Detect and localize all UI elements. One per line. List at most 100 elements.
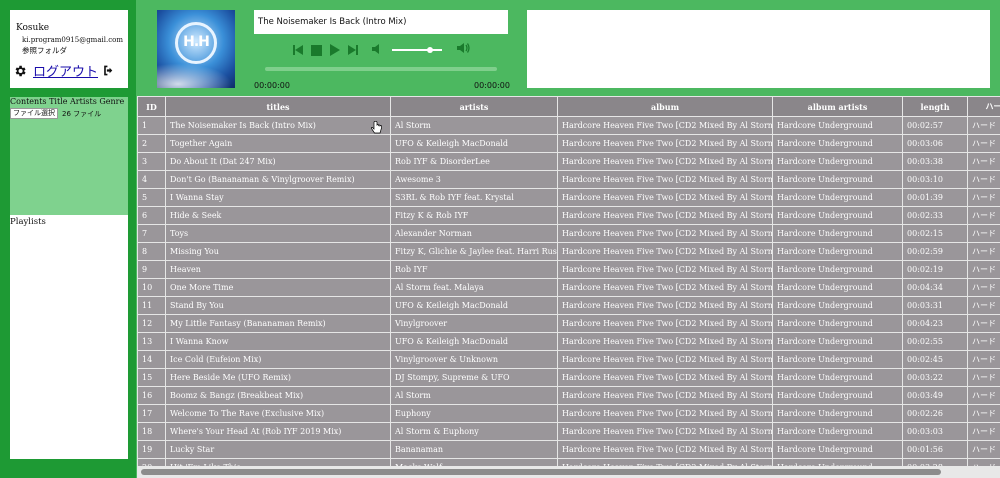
file-count: 26 ファイル	[62, 109, 102, 118]
volume-up-icon[interactable]	[457, 42, 470, 54]
table-cell: 00:02:55	[902, 332, 968, 351]
table-row[interactable]: 14 Ice Cold (Eufeion Mix) Vinylgroover & U…	[137, 350, 1000, 369]
table-row[interactable]: 7 Toys Alexander Norman Hardcore Heaven Fiv…	[137, 224, 1000, 243]
table-cell: Hardcore Heaven Five Two [CD2 Mixed By A…	[557, 458, 773, 466]
table-cell: Rob IYF	[390, 260, 558, 279]
table-cell: Macks Wolf	[390, 458, 558, 466]
table-cell: Hardcore Underground	[772, 116, 903, 135]
table-cell: 7	[137, 224, 166, 243]
table-cell: Hardcore Underground	[772, 458, 903, 466]
table-cell: 00:03:49	[902, 386, 968, 405]
stop-icon[interactable]	[311, 44, 322, 56]
horizontal-scrollbar[interactable]	[137, 466, 1000, 478]
table-row[interactable]: 2 Together Again UFO & Keileigh MacDonald H…	[137, 134, 1000, 153]
tab-artists[interactable]: Artists	[70, 97, 97, 106]
table-cell: ハード	[967, 152, 1000, 171]
table-row[interactable]: 11 Stand By You UFO & Keileigh MacDonald Ha…	[137, 296, 1000, 315]
table-cell: Bananaman	[390, 440, 558, 459]
table-row[interactable]: 8 Missing You Fitzy K, Glichie & Jaylee fe…	[137, 242, 1000, 261]
column-header-genre[interactable]: ハード	[967, 96, 1000, 117]
info-panel	[527, 10, 990, 88]
track-table-container: ID titles artists album album artists le…	[137, 96, 1000, 466]
table-cell: Hardcore Heaven Five Two [CD2 Mixed By A…	[557, 242, 773, 261]
user-name: Kosuke	[16, 23, 50, 33]
table-cell: 00:02:59	[902, 242, 968, 261]
table-cell: 00:04:34	[902, 278, 968, 297]
now-playing-title: The Noisemaker Is Back (Intro Mix)	[254, 10, 508, 34]
play-icon[interactable]	[330, 44, 340, 56]
column-header-length[interactable]: length	[902, 96, 968, 117]
column-header-album[interactable]: album	[557, 96, 773, 117]
table-cell: Hardcore Heaven Five Two [CD2 Mixed By A…	[557, 296, 773, 315]
table-row[interactable]: 17 Welcome To The Rave (Exclusive Mix) Eup…	[137, 404, 1000, 423]
table-cell: Hardcore Underground	[772, 368, 903, 387]
volume-slider-handle[interactable]	[426, 47, 433, 53]
table-cell: ハード	[967, 404, 1000, 423]
table-cell: 00:03:38	[902, 152, 968, 171]
table-cell: 00:02:19	[902, 260, 968, 279]
column-header-artists[interactable]: artists	[390, 96, 558, 117]
table-cell: I Wanna Stay	[165, 188, 391, 207]
table-row[interactable]: 19 Lucky Star Bananaman Hardcore Heaven Fiv…	[137, 440, 1000, 459]
gear-icon[interactable]	[13, 64, 27, 78]
table-cell: 17	[137, 404, 166, 423]
tab-contents[interactable]: Contents	[10, 97, 47, 106]
tab-genre[interactable]: Genre	[99, 97, 124, 106]
contents-tabs: Contents Title Artists Genre	[10, 97, 128, 107]
table-row[interactable]: 4 Don't Go (Bananaman & Vinylgroover Remi…	[137, 170, 1000, 189]
table-row[interactable]: 10 One More Time Al Storm feat. Malaya Hard…	[137, 278, 1000, 297]
scrollbar-thumb[interactable]	[141, 469, 941, 475]
tab-title[interactable]: Title	[49, 97, 67, 106]
table-row[interactable]: 1 The Noisemaker Is Back (Intro Mix) Al St…	[137, 116, 1000, 135]
table-cell: ハード	[967, 368, 1000, 387]
reference-folder-link[interactable]: 参照フォルダ	[22, 45, 128, 56]
table-row[interactable]: 3 Do About It (Dat 247 Mix) Rob IYF & Diso…	[137, 152, 1000, 171]
table-row[interactable]: 9 Heaven Rob IYF Hardcore Heaven Five Two […	[137, 260, 1000, 279]
table-cell: Hide & Seek	[165, 206, 391, 225]
table-row[interactable]: 5I Wanna Stay S3RL & Rob IYF feat. Krysta…	[137, 188, 1000, 207]
table-cell: ハード	[967, 386, 1000, 405]
table-cell: 00:03:28	[902, 458, 968, 466]
table-cell: Hardcore Underground	[772, 188, 903, 207]
table-cell: Hardcore Heaven Five Two [CD2 Mixed By A…	[557, 422, 773, 441]
table-row[interactable]: 18 Where's Your Head At (Rob IYF 2019 Mix…	[137, 422, 1000, 441]
table-row[interactable]: 15 Here Beside Me (UFO Remix) DJ Stompy, S…	[137, 368, 1000, 387]
table-row[interactable]: 20Hit 'Em Like ThisMacks WolfHardcore He…	[137, 458, 1000, 466]
table-cell: ハード	[967, 116, 1000, 135]
table-cell: 6	[137, 206, 166, 225]
table-row[interactable]: 12 My Little Fantasy (Bananaman Remix) Vin…	[137, 314, 1000, 333]
table-cell: Toys	[165, 224, 391, 243]
table-cell: Hardcore Heaven Five Two [CD2 Mixed By A…	[557, 404, 773, 423]
playback-controls	[293, 42, 366, 58]
file-select-button[interactable]: ファイル選択	[10, 108, 58, 119]
table-row[interactable]: 13 I Wanna Know UFO & Keileigh MacDonald Ha…	[137, 332, 1000, 351]
table-cell: Hardcore Heaven Five Two [CD2 Mixed By A…	[557, 170, 773, 189]
table-cell: 00:02:57	[902, 116, 968, 135]
column-header-album-artists[interactable]: album artists	[772, 96, 903, 117]
table-cell: The Noisemaker Is Back (Intro Mix)	[165, 116, 391, 135]
volume-down-icon[interactable]	[372, 44, 381, 54]
logout-row: ログアウト	[13, 61, 128, 80]
skip-back-icon[interactable]	[293, 44, 303, 56]
column-header-titles[interactable]: titles	[165, 96, 391, 117]
time-current: 00:00:00	[254, 81, 290, 90]
table-cell: ハード	[967, 440, 1000, 459]
table-cell: 15	[137, 368, 166, 387]
table-cell: ハード	[967, 332, 1000, 351]
table-cell: Al Storm & Euphony	[390, 422, 558, 441]
table-cell: 13	[137, 332, 166, 351]
table-cell: Here Beside Me (UFO Remix)	[165, 368, 391, 387]
table-cell: ハード	[967, 206, 1000, 225]
volume-slider[interactable]	[392, 49, 442, 51]
column-header-id[interactable]: ID	[137, 96, 166, 117]
table-cell: Rob IYF & DisorderLee	[390, 152, 558, 171]
table-cell: 12	[137, 314, 166, 333]
table-row[interactable]: 16 Boomz & Bangz (Breakbeat Mix) Al Storm H…	[137, 386, 1000, 405]
table-cell: ハード	[967, 224, 1000, 243]
table-row[interactable]: 6 Hide & Seek Fitzy K & Rob IYF Hardcore He…	[137, 206, 1000, 225]
logout-link[interactable]: ログアウト	[33, 61, 98, 80]
logout-icon[interactable]	[102, 64, 115, 77]
skip-forward-icon[interactable]	[348, 44, 358, 56]
seek-bar[interactable]	[265, 67, 497, 71]
table-cell: Hardcore Underground	[772, 314, 903, 333]
